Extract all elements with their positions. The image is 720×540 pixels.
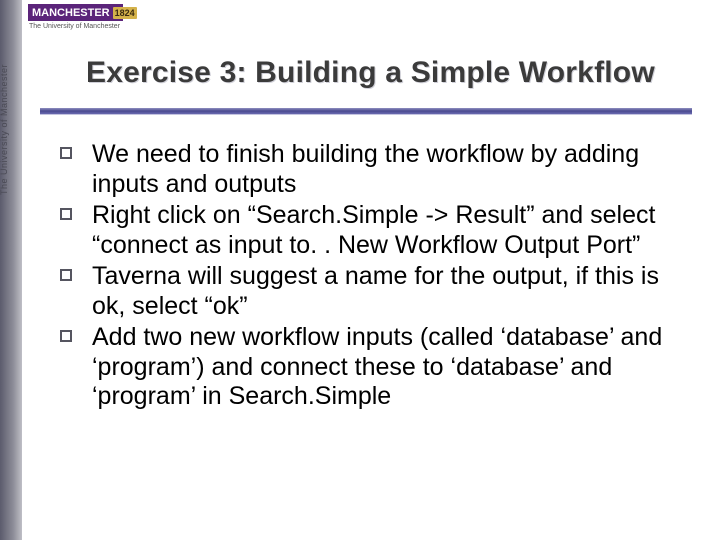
content-area: We need to finish building the workflow … [56,140,686,414]
slide: The University of Manchester MANCHESTER … [0,0,720,540]
logo-banner: MANCHESTER 1824 [28,4,123,21]
logo-year: 1824 [113,7,137,19]
university-logo: MANCHESTER 1824 The University of Manche… [28,4,123,48]
bullet-list: We need to finish building the workflow … [56,140,686,412]
list-item: Right click on “Search.Simple -> Result”… [56,201,686,260]
square-bullet-icon [60,269,72,281]
logo-subtitle: The University of Manchester [28,21,123,30]
bullet-text: Taverna will suggest a name for the outp… [92,262,659,320]
bullet-text: Right click on “Search.Simple -> Result”… [92,201,655,259]
bullet-text: We need to finish building the workflow … [92,140,639,198]
square-bullet-icon [60,147,72,159]
sidebar-text: The University of Manchester [0,64,9,195]
list-item: Taverna will suggest a name for the outp… [56,262,686,321]
logo-name: MANCHESTER [32,7,110,19]
sidebar-stripe: The University of Manchester [0,0,22,540]
list-item: We need to finish building the workflow … [56,140,686,199]
title-underline [40,108,692,115]
bullet-text: Add two new workflow inputs (called ‘dat… [92,323,662,410]
slide-title: Exercise 3: Building a Simple Workflow [86,56,686,90]
square-bullet-icon [60,330,72,342]
list-item: Add two new workflow inputs (called ‘dat… [56,323,686,412]
square-bullet-icon [60,208,72,220]
